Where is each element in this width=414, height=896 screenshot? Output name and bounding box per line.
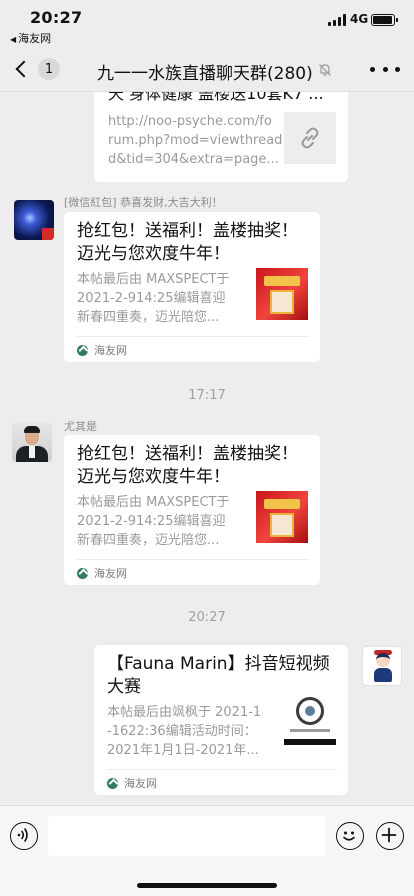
chevron-left-icon [15, 60, 33, 78]
message-input[interactable] [48, 816, 326, 856]
card-title-line: 迈光与您欢度牛年！ [77, 467, 230, 487]
network-type: 4G [350, 12, 369, 26]
card-divider [77, 559, 309, 560]
unread-count-badge: 1 [38, 58, 60, 80]
card-desc-line: 本帖最后由 MAXSPECT于 [77, 272, 230, 287]
status-time: 20:27 [30, 8, 83, 27]
link-card[interactable]: 抢红包！送福利！盖楼抽奖！ 迈光与您欢度牛年！ 本帖最后由 MAXSPECT于 … [64, 435, 320, 585]
card-desc-line: 2021-2-914:25编辑喜迎 [77, 514, 226, 529]
card-desc-line: -1622:36编辑活动时间： [107, 724, 257, 739]
source-name: 海友网 [94, 344, 127, 357]
ellipsis-icon [370, 66, 375, 72]
card-title-line: 【Fauna Marin】抖音短视频 [107, 654, 330, 674]
card-thumbnail [284, 693, 336, 745]
card-source: 海友网 [77, 565, 127, 581]
timestamp: 20:27 [188, 610, 226, 625]
back-to-app-link[interactable]: ◀ 海友网 [10, 30, 51, 46]
avatar[interactable] [14, 200, 54, 240]
status-bar: 20:27 ◀ 海友网 4G [0, 0, 414, 46]
sender-name: [微信紅包] 恭喜发财,大吉大利！ [64, 196, 223, 209]
add-button[interactable] [376, 822, 404, 850]
back-triangle-icon: ◀ [10, 35, 17, 44]
card-title-line: 迈光与您欢度牛年！ [77, 244, 230, 264]
card-source: 海友网 [77, 342, 127, 358]
haiyou-logo-icon [107, 777, 118, 789]
card-url-line: http://noo-psyche.com/fo [108, 114, 272, 129]
source-name: 海友网 [124, 777, 157, 790]
voice-button[interactable] [10, 822, 38, 850]
back-button[interactable]: 1 [12, 54, 60, 84]
timestamp: 17:17 [188, 388, 226, 403]
link-card[interactable]: 【Fauna Marin】抖音短视频 大赛 本帖最后由飒枫于 2021-1 -1… [94, 645, 348, 795]
card-desc-line: 2021年1月1日-2021年... [107, 743, 259, 758]
card-source: 海友网 [107, 775, 157, 791]
card-divider [77, 336, 309, 337]
link-thumbnail [284, 112, 336, 164]
haiyou-logo-icon [77, 567, 88, 579]
haiyou-logo-icon [77, 344, 88, 356]
chat-nav-bar: 1 九一一水族直播聊天群(280) [0, 46, 414, 92]
card-title-line: 抢红包！送福利！盖楼抽奖！ [77, 221, 298, 241]
card-title-line: 抢红包！送福利！盖楼抽奖！ [77, 444, 298, 464]
card-desc-line: 新春四重奏，迈光陪您... [77, 533, 220, 548]
my-avatar[interactable] [362, 646, 402, 686]
card-url-line: rum.php?mod=viewthread [108, 133, 283, 148]
card-desc-line: 2021-2-914:25编辑喜迎 [77, 291, 226, 306]
card-desc-line: 本帖最后由 MAXSPECT于 [77, 495, 230, 510]
emoji-button[interactable] [336, 822, 364, 850]
message-list[interactable]: 天 身体健康 盖楼送10套K7 ... http://noo-psyche.co… [0, 92, 414, 805]
chat-title[interactable]: 九一一水族直播聊天群(280) [97, 59, 313, 84]
card-title: 天 身体健康 盖楼送10套K7 ... [108, 92, 324, 103]
card-desc-line: 本帖最后由飒枫于 2021-1 [107, 705, 262, 720]
card-divider [107, 769, 337, 770]
link-icon [301, 127, 319, 149]
emoji-icon [343, 831, 355, 841]
more-options-button[interactable] [370, 62, 400, 76]
signal-icon [328, 14, 346, 26]
voice-icon [17, 828, 28, 842]
card-desc-line: 新春四重奏，迈光陪您... [77, 310, 220, 325]
card-thumbnail [256, 268, 308, 320]
back-app-label: 海友网 [18, 32, 52, 45]
home-indicator[interactable] [137, 883, 277, 888]
sender-name: 尤其是 [64, 420, 97, 433]
source-name: 海友网 [94, 567, 127, 580]
link-card[interactable]: 天 身体健康 盖楼送10套K7 ... http://noo-psyche.co… [94, 92, 348, 182]
link-card[interactable]: 抢红包！送福利！盖楼抽奖！ 迈光与您欢度牛年！ 本帖最后由 MAXSPECT于 … [64, 212, 320, 362]
card-url-line: d&tid=304&extra=page... [108, 152, 279, 167]
bell-slash-icon [319, 64, 331, 76]
card-thumbnail [256, 491, 308, 543]
battery-icon [371, 14, 398, 26]
plus-icon [381, 827, 397, 843]
avatar[interactable] [12, 422, 52, 462]
